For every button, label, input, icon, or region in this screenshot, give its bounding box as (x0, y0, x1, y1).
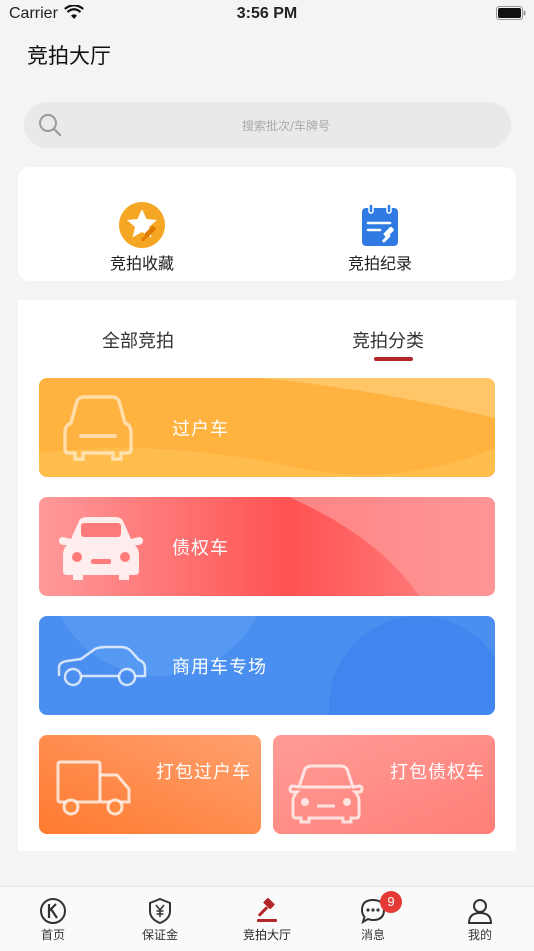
shield-yen-icon (149, 897, 171, 925)
page-title: 竞拍大厅 (27, 44, 111, 68)
search-input[interactable] (84, 102, 488, 150)
auction-card: 全部竞拍 竞拍分类 过户车 债权车 商用车专场 打包过户车 打包债权车 (18, 300, 516, 851)
car-front-icon (63, 395, 133, 461)
person-icon (467, 899, 493, 924)
favorites-button[interactable]: 竞拍收藏 (72, 201, 212, 274)
car-side-icon (57, 645, 147, 687)
category-transfer-car[interactable]: 过户车 (39, 378, 495, 477)
tab-profile-label: 我的 (467, 928, 492, 942)
category-bundle-transfer-car[interactable]: 打包过户车 (39, 735, 261, 834)
favorites-label: 竞拍收藏 (109, 254, 174, 273)
tab-auction-hall[interactable]: 竞拍大厅 (222, 897, 312, 943)
records-button[interactable]: 竞拍纪录 (310, 201, 450, 274)
car-front-icon (288, 764, 364, 824)
message-badge: 9 (380, 891, 402, 913)
tab-home[interactable]: 首页 (8, 897, 98, 943)
tab-messages[interactable]: 9 消息 (328, 891, 418, 943)
category-label: 打包过户车 (156, 762, 251, 783)
category-label: 打包债权车 (390, 762, 485, 783)
quick-actions-card: 竞拍收藏 竞拍纪录 (18, 167, 516, 281)
car-front-icon (59, 517, 143, 580)
search-icon (39, 114, 62, 137)
clock: 3:56 PM (236, 5, 298, 22)
category-label: 商用车专场 (172, 657, 267, 678)
category-label: 过户车 (172, 419, 229, 440)
active-tab-indicator (374, 357, 413, 361)
tab-all-auctions[interactable]: 全部竞拍 (102, 327, 174, 353)
status-bar: Carrier 3:56 PM (0, 0, 534, 30)
tab-deposit[interactable]: 保证金 (115, 897, 205, 943)
category-bundle-debt-car[interactable]: 打包债权车 (273, 735, 495, 834)
tab-profile[interactable]: 我的 (435, 897, 525, 943)
battery-icon (496, 6, 526, 20)
category-label: 债权车 (172, 538, 229, 559)
tab-auction-categories[interactable]: 竞拍分类 (352, 327, 424, 353)
gavel-icon (257, 897, 277, 922)
home-k-icon (40, 898, 66, 924)
bottom-tab-bar: 首页 保证金 竞拍大厅 9 消息 我的 (0, 886, 534, 951)
records-label: 竞拍纪录 (347, 254, 412, 273)
tab-deposit-label: 保证金 (141, 928, 178, 942)
category-debt-car[interactable]: 债权车 (39, 497, 495, 596)
truck-icon (56, 760, 131, 816)
star-gavel-icon (119, 202, 165, 248)
tab-auction-hall-label: 竞拍大厅 (242, 928, 291, 942)
calendar-gavel-icon (362, 203, 398, 246)
category-commercial-vehicles[interactable]: 商用车专场 (39, 616, 495, 715)
tab-home-label: 首页 (40, 928, 65, 942)
tab-messages-label: 消息 (360, 928, 385, 942)
search-bar[interactable] (24, 102, 511, 150)
